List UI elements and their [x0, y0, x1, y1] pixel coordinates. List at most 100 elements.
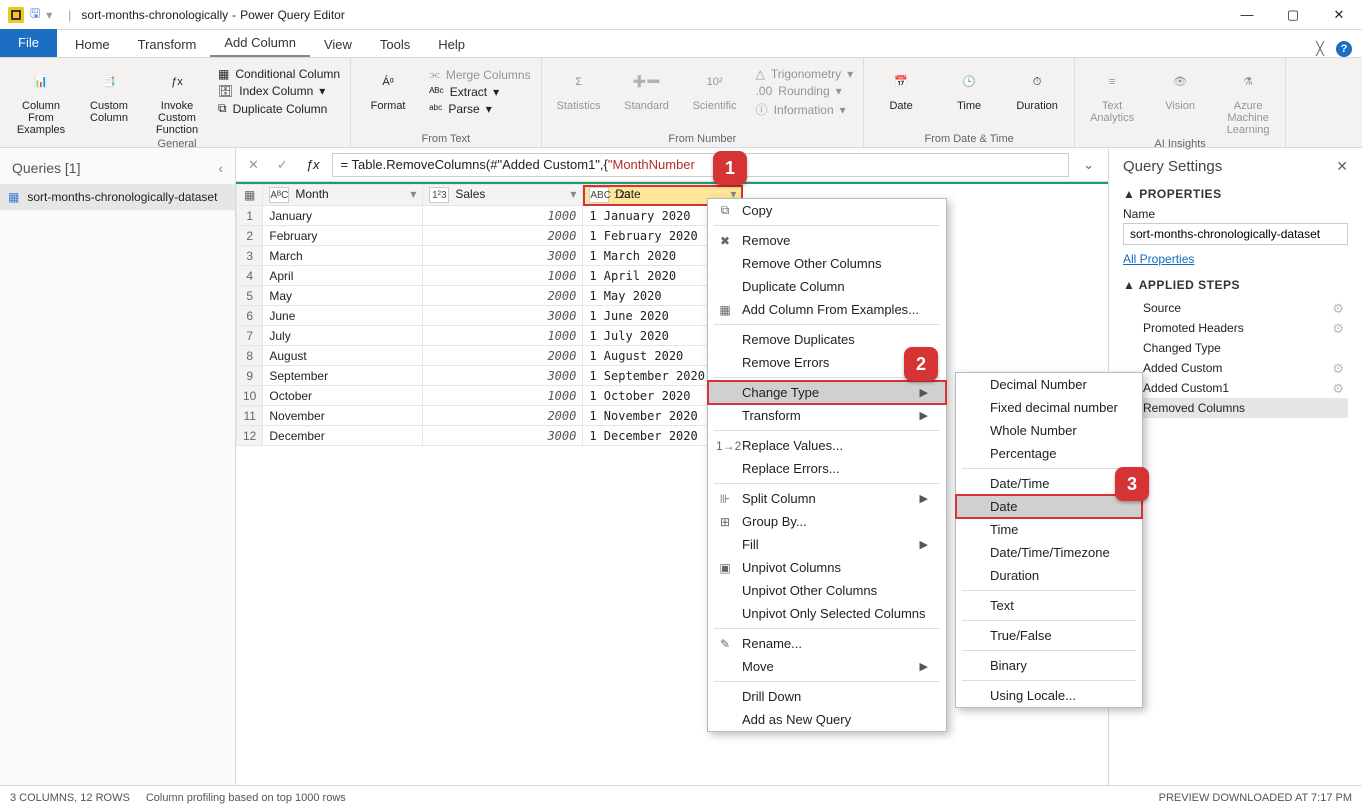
help-icon[interactable]: ? [1336, 41, 1352, 57]
cancel-formula-icon[interactable]: ✕ [242, 157, 265, 173]
gear-icon[interactable]: ⚙ [1332, 381, 1344, 397]
extract-button[interactable]: ᴬᴮᶜ Extract ▾ [427, 84, 533, 100]
menu-item[interactable]: Fill▶ [708, 533, 946, 556]
formula-input[interactable]: = Table.RemoveColumns(#"Added Custom1",{… [332, 153, 1070, 177]
type-option[interactable]: Text [956, 594, 1142, 617]
rounding-button[interactable]: .00 Rounding ▾ [754, 83, 856, 99]
applied-step[interactable]: Promoted Headers⚙ [1123, 318, 1348, 338]
menu-item[interactable]: 1→2Replace Values... [708, 434, 946, 457]
column-from-examples-button[interactable]: 📊 Column From Examples [12, 62, 70, 136]
statistics-button[interactable]: ΣStatistics [550, 62, 608, 112]
tab-home[interactable]: Home [61, 31, 124, 57]
table-row[interactable]: 6June30001 June 2020 [237, 306, 743, 326]
menu-item[interactable]: ▣Unpivot Columns [708, 556, 946, 579]
type-option[interactable]: Fixed decimal number [956, 396, 1142, 419]
table-row[interactable]: 11November20001 November 2020 [237, 406, 743, 426]
menu-item[interactable]: ✖Remove [708, 229, 946, 252]
type-option[interactable]: Decimal Number [956, 373, 1142, 396]
duplicate-column-button[interactable]: ⧉ Duplicate Column [216, 100, 342, 117]
table-row[interactable]: 12December30001 December 2020 [237, 426, 743, 446]
gear-icon[interactable]: ⚙ [1332, 321, 1344, 337]
applied-step[interactable]: Source⚙ [1123, 298, 1348, 318]
type-option[interactable]: Using Locale... [956, 684, 1142, 707]
tab-file[interactable]: File [0, 29, 57, 57]
type-option[interactable]: Percentage [956, 442, 1142, 465]
collapse-ribbon-icon[interactable]: ╳ [1316, 41, 1324, 57]
type-option[interactable]: Date/Time/Timezone [956, 541, 1142, 564]
standard-button[interactable]: ➕➖Standard [618, 62, 676, 112]
menu-item[interactable]: ▦Add Column From Examples... [708, 298, 946, 321]
accept-formula-icon[interactable]: ✓ [271, 157, 294, 173]
column-header-sales[interactable]: 1²3Sales▾ [423, 185, 583, 206]
column-header-month[interactable]: AᴮCMonth▾ [263, 185, 423, 206]
custom-column-button[interactable]: 📑 Custom Column [80, 62, 138, 124]
type-option[interactable]: Time [956, 518, 1142, 541]
grid-corner[interactable]: ▦ [237, 185, 263, 206]
query-item[interactable]: ▦ sort-months-chronologically-dataset [0, 184, 235, 210]
tab-add-column[interactable]: Add Column [210, 29, 310, 57]
menu-item[interactable]: Transform▶ [708, 404, 946, 427]
menu-item[interactable]: Add as New Query [708, 708, 946, 731]
expand-formula-icon[interactable]: ⌄ [1075, 157, 1102, 173]
table-row[interactable]: 2February20001 February 2020 [237, 226, 743, 246]
maximize-button[interactable]: ▢ [1270, 0, 1316, 30]
close-settings-icon[interactable]: ✕ [1336, 158, 1348, 175]
merge-columns-button[interactable]: ⫘ Merge Columns [427, 66, 533, 83]
gear-icon[interactable]: ⚙ [1332, 361, 1344, 377]
menu-item[interactable]: Drill Down [708, 685, 946, 708]
menu-item[interactable]: Duplicate Column [708, 275, 946, 298]
table-row[interactable]: 10October10001 October 2020 [237, 386, 743, 406]
minimize-button[interactable]: — [1224, 0, 1270, 30]
information-button[interactable]: ⓘ Information ▾ [754, 100, 856, 119]
save-icon[interactable]: 🖫 [30, 4, 40, 25]
table-row[interactable]: 7July10001 July 2020 [237, 326, 743, 346]
all-properties-link[interactable]: All Properties [1123, 252, 1194, 266]
time-button[interactable]: 🕒Time [940, 62, 998, 112]
table-row[interactable]: 9September30001 September 2020 [237, 366, 743, 386]
menu-item[interactable]: Change Type▶ [708, 381, 946, 404]
data-grid[interactable]: ▦AᴮCMonth▾1²3Sales▾ABC 123Date▾1January1… [236, 184, 743, 446]
trigonometry-button[interactable]: △ Trigonometry ▾ [754, 66, 856, 82]
menu-item[interactable]: Replace Errors... [708, 457, 946, 480]
duration-button[interactable]: ⏱Duration [1008, 62, 1066, 112]
menu-item[interactable]: Unpivot Only Selected Columns [708, 602, 946, 625]
menu-item[interactable]: ⊪Split Column▶ [708, 487, 946, 510]
index-column-button[interactable]: 🗄 Index Column ▾ [216, 83, 342, 99]
parse-button[interactable]: ᵃᵇᶜ Parse ▾ [427, 101, 533, 117]
type-option[interactable]: Whole Number [956, 419, 1142, 442]
table-row[interactable]: 1January10001 January 2020 [237, 206, 743, 226]
azure-ml-button[interactable]: ⚗Azure Machine Learning [1219, 62, 1277, 136]
menu-item[interactable]: ⧉Copy [708, 199, 946, 222]
type-option[interactable]: True/False [956, 624, 1142, 647]
date-button[interactable]: 📅Date [872, 62, 930, 112]
format-button[interactable]: Áᵅ Format [359, 62, 417, 112]
table-row[interactable]: 8August20001 August 2020 [237, 346, 743, 366]
fx-icon[interactable]: ƒx [300, 157, 326, 172]
change-type-submenu[interactable]: Decimal NumberFixed decimal numberWhole … [955, 372, 1143, 708]
applied-step[interactable]: Added Custom1⚙ [1123, 378, 1348, 398]
tab-view[interactable]: View [310, 31, 366, 57]
type-option[interactable]: Duration [956, 564, 1142, 587]
type-option[interactable]: Date [956, 495, 1142, 518]
applied-step[interactable]: Removed Columns [1123, 398, 1348, 418]
menu-item[interactable]: Unpivot Other Columns [708, 579, 946, 602]
menu-item[interactable]: ⊞Group By... [708, 510, 946, 533]
menu-item[interactable]: ✎Rename... [708, 632, 946, 655]
table-row[interactable]: 3March30001 March 2020 [237, 246, 743, 266]
invoke-custom-function-button[interactable]: ƒx Invoke Custom Function [148, 62, 206, 136]
vision-button[interactable]: 👁Vision [1151, 62, 1209, 112]
close-button[interactable]: ✕ [1316, 0, 1362, 30]
applied-step[interactable]: Changed Type [1123, 338, 1348, 358]
menu-item[interactable]: Move▶ [708, 655, 946, 678]
text-analytics-button[interactable]: ≡Text Analytics [1083, 62, 1141, 124]
applied-step[interactable]: Added Custom⚙ [1123, 358, 1348, 378]
table-row[interactable]: 5May20001 May 2020 [237, 286, 743, 306]
tab-tools[interactable]: Tools [366, 31, 424, 57]
type-option[interactable]: Binary [956, 654, 1142, 677]
collapse-queries-icon[interactable]: ‹ [218, 160, 223, 176]
query-name-input[interactable] [1123, 223, 1348, 245]
column-context-menu[interactable]: ⧉Copy✖RemoveRemove Other ColumnsDuplicat… [707, 198, 947, 732]
conditional-column-button[interactable]: ▦ Conditional Column [216, 66, 342, 82]
tab-help[interactable]: Help [424, 31, 479, 57]
tab-transform[interactable]: Transform [124, 31, 211, 57]
